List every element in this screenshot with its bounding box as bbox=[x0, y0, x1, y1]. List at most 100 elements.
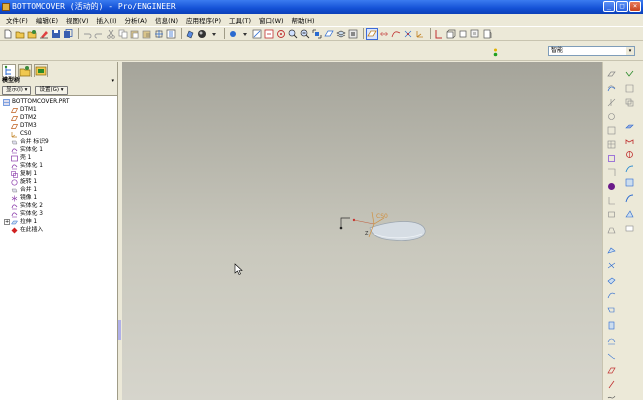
paste-special-icon[interactable] bbox=[142, 29, 152, 39]
point-tool-icon[interactable] bbox=[607, 112, 616, 121]
tree-item-2[interactable]: DTM2 bbox=[0, 114, 117, 122]
intersect-tool-icon[interactable] bbox=[607, 336, 616, 345]
view-manager-icon[interactable] bbox=[252, 29, 262, 39]
zoom-in-icon[interactable] bbox=[288, 29, 298, 39]
tree-item-9[interactable]: 复制 1 bbox=[0, 170, 117, 178]
sweep-tool-icon[interactable] bbox=[625, 150, 634, 159]
menu-applications[interactable]: 应用程序(P) bbox=[182, 15, 225, 25]
view-iso-icon[interactable] bbox=[458, 29, 468, 39]
save-copy-icon[interactable] bbox=[63, 28, 73, 39]
sphere-tool-icon[interactable] bbox=[607, 182, 616, 191]
regen-manager-icon[interactable] bbox=[166, 29, 176, 39]
open-session-icon[interactable] bbox=[27, 29, 37, 39]
tree-item-10[interactable]: 旋转 1 bbox=[0, 178, 117, 186]
revolve-tool-icon[interactable] bbox=[625, 136, 634, 145]
show-button[interactable]: 显示(I) ▾ bbox=[2, 85, 32, 95]
blend-tool-icon[interactable] bbox=[625, 164, 634, 173]
view-dropdown-icon[interactable] bbox=[240, 29, 250, 39]
tree-item-13[interactable]: 实体化 2 bbox=[0, 202, 117, 210]
regenerate-icon[interactable] bbox=[154, 29, 164, 39]
menu-edit[interactable]: 编辑(E) bbox=[32, 15, 62, 25]
maximize-button[interactable]: □ bbox=[616, 1, 628, 12]
menu-file[interactable]: 文件(F) bbox=[2, 15, 32, 25]
settings-button[interactable]: 设置(G) ▾ bbox=[35, 85, 68, 95]
extrude-tool-icon[interactable] bbox=[625, 122, 634, 131]
open-folder-icon[interactable] bbox=[15, 29, 25, 39]
minimize-button[interactable]: _ bbox=[603, 1, 615, 12]
tree-item-0[interactable]: BOTTOMCOVER.PRT bbox=[0, 98, 117, 106]
close-button[interactable]: × bbox=[629, 1, 641, 12]
datum-axis-tool-icon[interactable] bbox=[607, 98, 616, 107]
chamfer-tool-icon[interactable] bbox=[607, 261, 616, 270]
sketch-tool-icon[interactable] bbox=[607, 84, 616, 93]
menu-tools[interactable]: 工具(T) bbox=[225, 15, 255, 25]
save-icon[interactable] bbox=[51, 29, 61, 39]
repaint-icon[interactable] bbox=[185, 29, 195, 39]
new-file-icon[interactable] bbox=[3, 29, 13, 39]
copy-icon[interactable] bbox=[118, 29, 128, 39]
menu-info[interactable]: 信息(N) bbox=[151, 15, 182, 25]
view-front-icon[interactable] bbox=[446, 29, 456, 39]
shell-tool-icon[interactable] bbox=[607, 196, 616, 205]
variable-sweep-icon[interactable] bbox=[625, 194, 634, 203]
tree-item-3[interactable]: DTM3 bbox=[0, 122, 117, 130]
tree-item-1[interactable]: DTM1 bbox=[0, 106, 117, 114]
redo-icon[interactable] bbox=[94, 29, 104, 39]
mirror-tool-icon[interactable] bbox=[607, 291, 616, 300]
filter-tool-icon[interactable] bbox=[625, 84, 634, 93]
saved-view-icon[interactable] bbox=[228, 29, 238, 39]
refit-icon[interactable] bbox=[312, 29, 322, 39]
tree-item-7[interactable]: 壳 1 bbox=[0, 154, 117, 162]
pattern-tool-icon[interactable] bbox=[607, 276, 616, 285]
graphics-window[interactable]: CS0 Z bbox=[122, 62, 602, 400]
tree-item-14[interactable]: 实体化 3 bbox=[0, 210, 117, 218]
datum-point-on-icon[interactable] bbox=[403, 29, 413, 39]
rib-tool-icon[interactable] bbox=[607, 210, 616, 219]
copy-tool-icon[interactable] bbox=[625, 98, 634, 107]
datum-plane-on-icon[interactable] bbox=[366, 27, 378, 40]
datum-plane-tool-icon[interactable] bbox=[607, 70, 616, 79]
tree-item-4[interactable]: CS0 bbox=[0, 130, 117, 138]
menu-window[interactable]: 窗口(W) bbox=[255, 15, 288, 25]
paste-icon[interactable] bbox=[130, 29, 140, 39]
menu-insert[interactable]: 插入(I) bbox=[93, 15, 121, 25]
tree-item-8[interactable]: 实体化 1 bbox=[0, 162, 117, 170]
warp-tool-icon[interactable] bbox=[625, 224, 634, 233]
cut-icon[interactable] bbox=[106, 29, 116, 39]
thicken-tool-icon[interactable] bbox=[607, 380, 616, 389]
menu-help[interactable]: 帮助(H) bbox=[288, 15, 319, 25]
display-style-icon[interactable] bbox=[197, 29, 207, 39]
trim-tool-icon[interactable] bbox=[607, 321, 616, 330]
tree-item-5[interactable]: 合并 标识9 bbox=[0, 138, 117, 146]
merge-tool-icon[interactable] bbox=[607, 306, 616, 315]
solidify-tool-icon[interactable] bbox=[607, 392, 616, 400]
datum-curve-on-icon[interactable] bbox=[391, 29, 401, 39]
chevron-down-icon[interactable]: ▾ bbox=[626, 47, 634, 55]
zoom-out-icon[interactable] bbox=[300, 29, 310, 39]
spin-center-icon[interactable] bbox=[276, 29, 286, 39]
select-tool-icon[interactable] bbox=[625, 70, 634, 79]
tab-model-tree[interactable] bbox=[2, 64, 16, 77]
splitter-grip[interactable] bbox=[118, 320, 121, 340]
datum-frame-icon[interactable] bbox=[607, 154, 616, 163]
extend-tool-icon[interactable] bbox=[607, 352, 616, 361]
tree-item-6[interactable]: 实体化 1 bbox=[0, 146, 117, 154]
model-setup-icon[interactable] bbox=[348, 29, 358, 39]
display-dropdown-icon[interactable] bbox=[209, 29, 219, 39]
view-top-icon[interactable] bbox=[470, 29, 480, 39]
boundary-blend-icon[interactable] bbox=[625, 178, 634, 187]
menu-view[interactable]: 视图(V) bbox=[62, 15, 93, 25]
tree-item-16[interactable]: 在此插入 bbox=[0, 226, 117, 234]
datum-axis-on-icon[interactable] bbox=[379, 29, 389, 39]
tree-item-12[interactable]: 镜像 1 bbox=[0, 194, 117, 202]
offset-tool-icon[interactable] bbox=[607, 366, 616, 375]
draft-tool-icon[interactable] bbox=[607, 226, 616, 235]
analysis-tool-icon[interactable] bbox=[607, 140, 616, 149]
layers-icon[interactable] bbox=[336, 29, 346, 39]
expand-toggle-icon[interactable]: + bbox=[4, 219, 10, 225]
tab-favorites[interactable] bbox=[34, 64, 48, 77]
datum-planes-display-icon[interactable] bbox=[324, 29, 334, 39]
hole-tool-icon[interactable] bbox=[607, 168, 616, 177]
csys-tool-icon[interactable] bbox=[607, 126, 616, 135]
annotation-icon[interactable] bbox=[434, 29, 444, 39]
